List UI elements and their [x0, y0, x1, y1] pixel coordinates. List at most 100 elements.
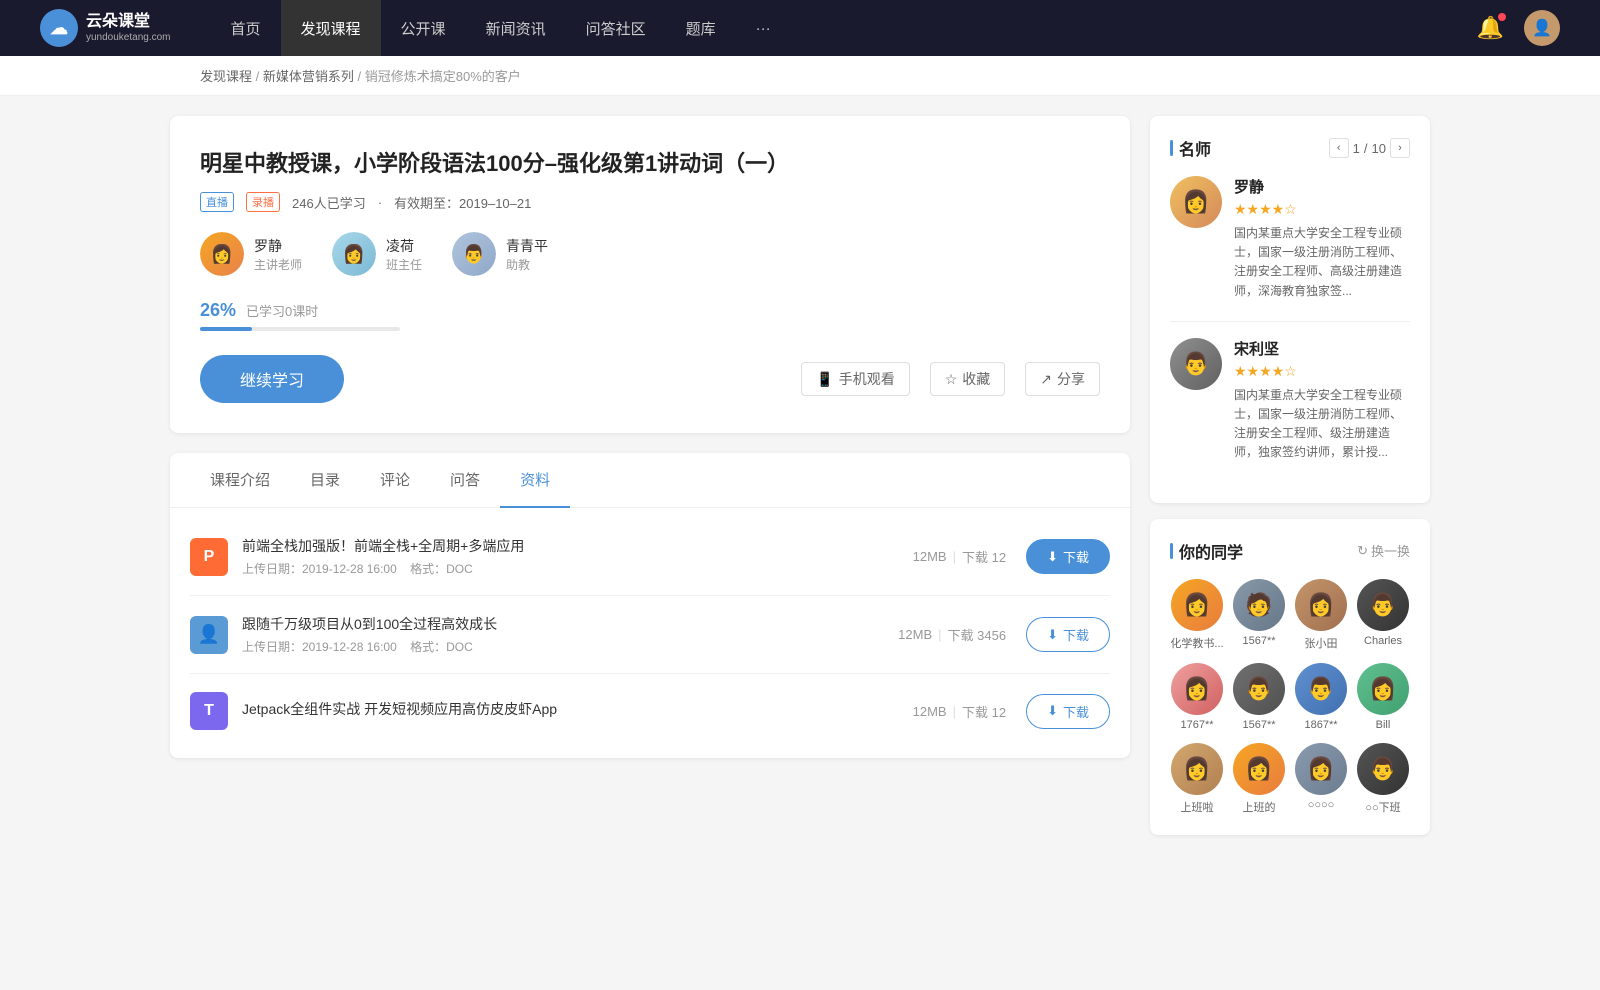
classmate-name-5: 1767**: [1180, 719, 1213, 731]
breadcrumb-discover[interactable]: 发现课程: [200, 69, 252, 84]
sidebar: 名师 ‹ 1 / 10 › 👩 罗静 ★★★★☆ 国内某重点大学安全工程专业硕士…: [1150, 116, 1430, 851]
sidebar-teacher-1: 👩 罗静 ★★★★☆ 国内某重点大学安全工程专业硕士，国家一级注册消防工程师、注…: [1170, 176, 1410, 301]
teacher-info-2: 凌荷 班主任: [386, 236, 422, 273]
nav-item-quiz[interactable]: 题库: [666, 0, 736, 56]
teacher-name-3: 青青平: [506, 236, 548, 256]
breadcrumb-series[interactable]: 新媒体营销系列: [263, 69, 354, 84]
collect-button[interactable]: ☆ 收藏: [930, 362, 1006, 396]
tab-intro[interactable]: 课程介绍: [190, 453, 290, 508]
student-count: 246人已学习: [292, 193, 366, 212]
classmate-name-6: 1567**: [1242, 719, 1275, 731]
notification-bell[interactable]: 🔔: [1477, 15, 1504, 41]
continue-button[interactable]: 继续学习: [200, 355, 344, 403]
resource-title-2: 跟随千万级项目从0到100全过程高效成长: [242, 614, 898, 634]
resource-meta-2: 上传日期：2019-12-28 16:00 格式：DOC: [242, 638, 898, 655]
classmate-avatar-2[interactable]: 🧑: [1233, 579, 1285, 631]
user-avatar[interactable]: 👤: [1524, 10, 1560, 46]
sidebar-teacher-stars-1: ★★★★☆: [1234, 201, 1410, 218]
resource-icon-1: P: [190, 538, 228, 576]
classmate-item-5: 👩 1767**: [1170, 663, 1224, 731]
breadcrumb: 发现课程 / 新媒体营销系列 / 销冠修炼术搞定80%的客户: [0, 56, 1600, 96]
resource-info-2: 跟随千万级项目从0到100全过程高效成长 上传日期：2019-12-28 16:…: [242, 614, 898, 655]
classmate-item-12: 👨 ○○下班: [1356, 743, 1410, 815]
course-actions: 继续学习 📱 手机观看 ☆ 收藏 ↗ 分享: [200, 355, 1100, 403]
sidebar-teacher-avatar-2: 👨: [1170, 338, 1222, 390]
classmate-name-2: 1567**: [1242, 635, 1275, 647]
tab-qa[interactable]: 问答: [430, 453, 500, 508]
tab-resource[interactable]: 资料: [500, 453, 570, 508]
resource-icon-3: T: [190, 692, 228, 730]
classmate-item-6: 👨 1567**: [1232, 663, 1286, 731]
classmate-avatar-5[interactable]: 👩: [1171, 663, 1223, 715]
teacher-role-3: 助教: [506, 256, 548, 273]
classmate-name-9: 上班啦: [1181, 799, 1214, 815]
sidebar-teacher-desc-2: 国内某重点大学安全工程专业硕士，国家一级注册消防工程师、注册安全工程师、级注册建…: [1234, 386, 1410, 463]
classmate-avatar-9[interactable]: 👩: [1171, 743, 1223, 795]
sidebar-teacher-name-1: 罗静: [1234, 176, 1410, 197]
nav-item-discover[interactable]: 发现课程: [281, 0, 381, 56]
share-button[interactable]: ↗ 分享: [1025, 362, 1100, 396]
sidebar-teacher-stars-2: ★★★★☆: [1234, 363, 1410, 380]
classmate-name-12: ○○下班: [1365, 799, 1400, 815]
classmate-name-11: ○○○○: [1308, 799, 1335, 811]
sidebar-teacher-info-2: 宋利坚 ★★★★☆ 国内某重点大学安全工程专业硕士，国家一级注册消防工程师、注册…: [1234, 338, 1410, 463]
teacher-divider: [1170, 321, 1410, 322]
classmate-avatar-6[interactable]: 👨: [1233, 663, 1285, 715]
teacher-info-3: 青青平 助教: [506, 236, 548, 273]
resource-info-1: 前端全栈加强版！前端全栈+全周期+多端应用 上传日期：2019-12-28 16…: [242, 536, 913, 577]
teachers-prev-btn[interactable]: ‹: [1329, 138, 1349, 158]
classmate-avatar-1[interactable]: 👩: [1171, 579, 1223, 631]
teacher-item-1: 👩 罗静 主讲老师: [200, 232, 302, 276]
nav-item-qa[interactable]: 问答社区: [566, 0, 666, 56]
download-button-2[interactable]: ⬇ 下载: [1026, 617, 1110, 652]
teacher-avatar-3: 👨: [452, 232, 496, 276]
resource-stats-3: 12MB | 下载 12: [913, 702, 1006, 721]
classmate-avatar-11[interactable]: 👩: [1295, 743, 1347, 795]
teacher-item-3: 👨 青青平 助教: [452, 232, 548, 276]
tab-catalog[interactable]: 目录: [290, 453, 360, 508]
sidebar-teacher-name-2: 宋利坚: [1234, 338, 1410, 359]
classmate-name-1: 化学教书...: [1170, 635, 1223, 651]
teachers-next-btn[interactable]: ›: [1390, 138, 1410, 158]
refresh-icon: ↻: [1357, 543, 1368, 559]
download-button-3[interactable]: ⬇ 下载: [1026, 694, 1110, 729]
nav-item-news[interactable]: 新闻资讯: [466, 0, 566, 56]
nav-item-home[interactable]: 首页: [211, 0, 281, 56]
logo-icon: ☁: [40, 9, 78, 47]
classmate-name-10: 上班的: [1243, 799, 1276, 815]
nav-item-open[interactable]: 公开课: [381, 0, 466, 56]
progress-row: 26% 已学习0课时: [200, 300, 1100, 321]
teachers-pagination: ‹ 1 / 10 ›: [1329, 138, 1410, 158]
logo[interactable]: ☁ 云朵课堂 yundouketang.com: [40, 9, 171, 47]
classmate-name-4: Charles: [1364, 635, 1402, 647]
download-button-1[interactable]: ⬇ 下载: [1026, 539, 1110, 574]
download-icon-3: ⬇: [1047, 703, 1058, 719]
classmate-item-10: 👩 上班的: [1232, 743, 1286, 815]
classmate-avatar-12[interactable]: 👨: [1357, 743, 1409, 795]
refresh-button[interactable]: ↻ 换一换: [1357, 541, 1410, 560]
sidebar-teachers-title-row: 名师 ‹ 1 / 10 ›: [1170, 136, 1410, 160]
resource-title-3: Jetpack全组件实战 开发短视频应用高仿皮皮虾App: [242, 699, 913, 719]
resource-title-1: 前端全栈加强版！前端全栈+全周期+多端应用: [242, 536, 913, 556]
classmate-item-1: 👩 化学教书...: [1170, 579, 1224, 651]
teacher-avatar-1: 👩: [200, 232, 244, 276]
teachers: 👩 罗静 主讲老师 👩 凌荷 班主任: [200, 232, 1100, 276]
resource-item-3: T Jetpack全组件实战 开发短视频应用高仿皮皮虾App 12MB | 下载…: [190, 674, 1110, 748]
classmate-avatar-8[interactable]: 👩: [1357, 663, 1409, 715]
classmate-avatar-3[interactable]: 👩: [1295, 579, 1347, 631]
teacher-name-2: 凌荷: [386, 236, 422, 256]
sidebar-teacher-desc-1: 国内某重点大学安全工程专业硕士，国家一级注册消防工程师、注册安全工程师、高级注册…: [1234, 224, 1410, 301]
classmate-item-8: 👩 Bill: [1356, 663, 1410, 731]
nav-item-more[interactable]: ···: [736, 0, 791, 56]
progress-bar-fill: [200, 327, 252, 331]
tab-review[interactable]: 评论: [360, 453, 430, 508]
classmate-avatar-4[interactable]: 👨: [1357, 579, 1409, 631]
classmate-avatar-10[interactable]: 👩: [1233, 743, 1285, 795]
mobile-watch-button[interactable]: 📱 手机观看: [801, 362, 909, 396]
classmate-avatar-7[interactable]: 👨: [1295, 663, 1347, 715]
sidebar-teacher-info-1: 罗静 ★★★★☆ 国内某重点大学安全工程专业硕士，国家一级注册消防工程师、注册安…: [1234, 176, 1410, 301]
tabs-nav: 课程介绍 目录 评论 问答 资料: [170, 453, 1130, 508]
progress-section: 26% 已学习0课时: [200, 300, 1100, 331]
course-title: 明星中教授课，小学阶段语法100分–强化级第1讲动词（一）: [200, 146, 1100, 178]
teacher-role-1: 主讲老师: [254, 256, 302, 273]
